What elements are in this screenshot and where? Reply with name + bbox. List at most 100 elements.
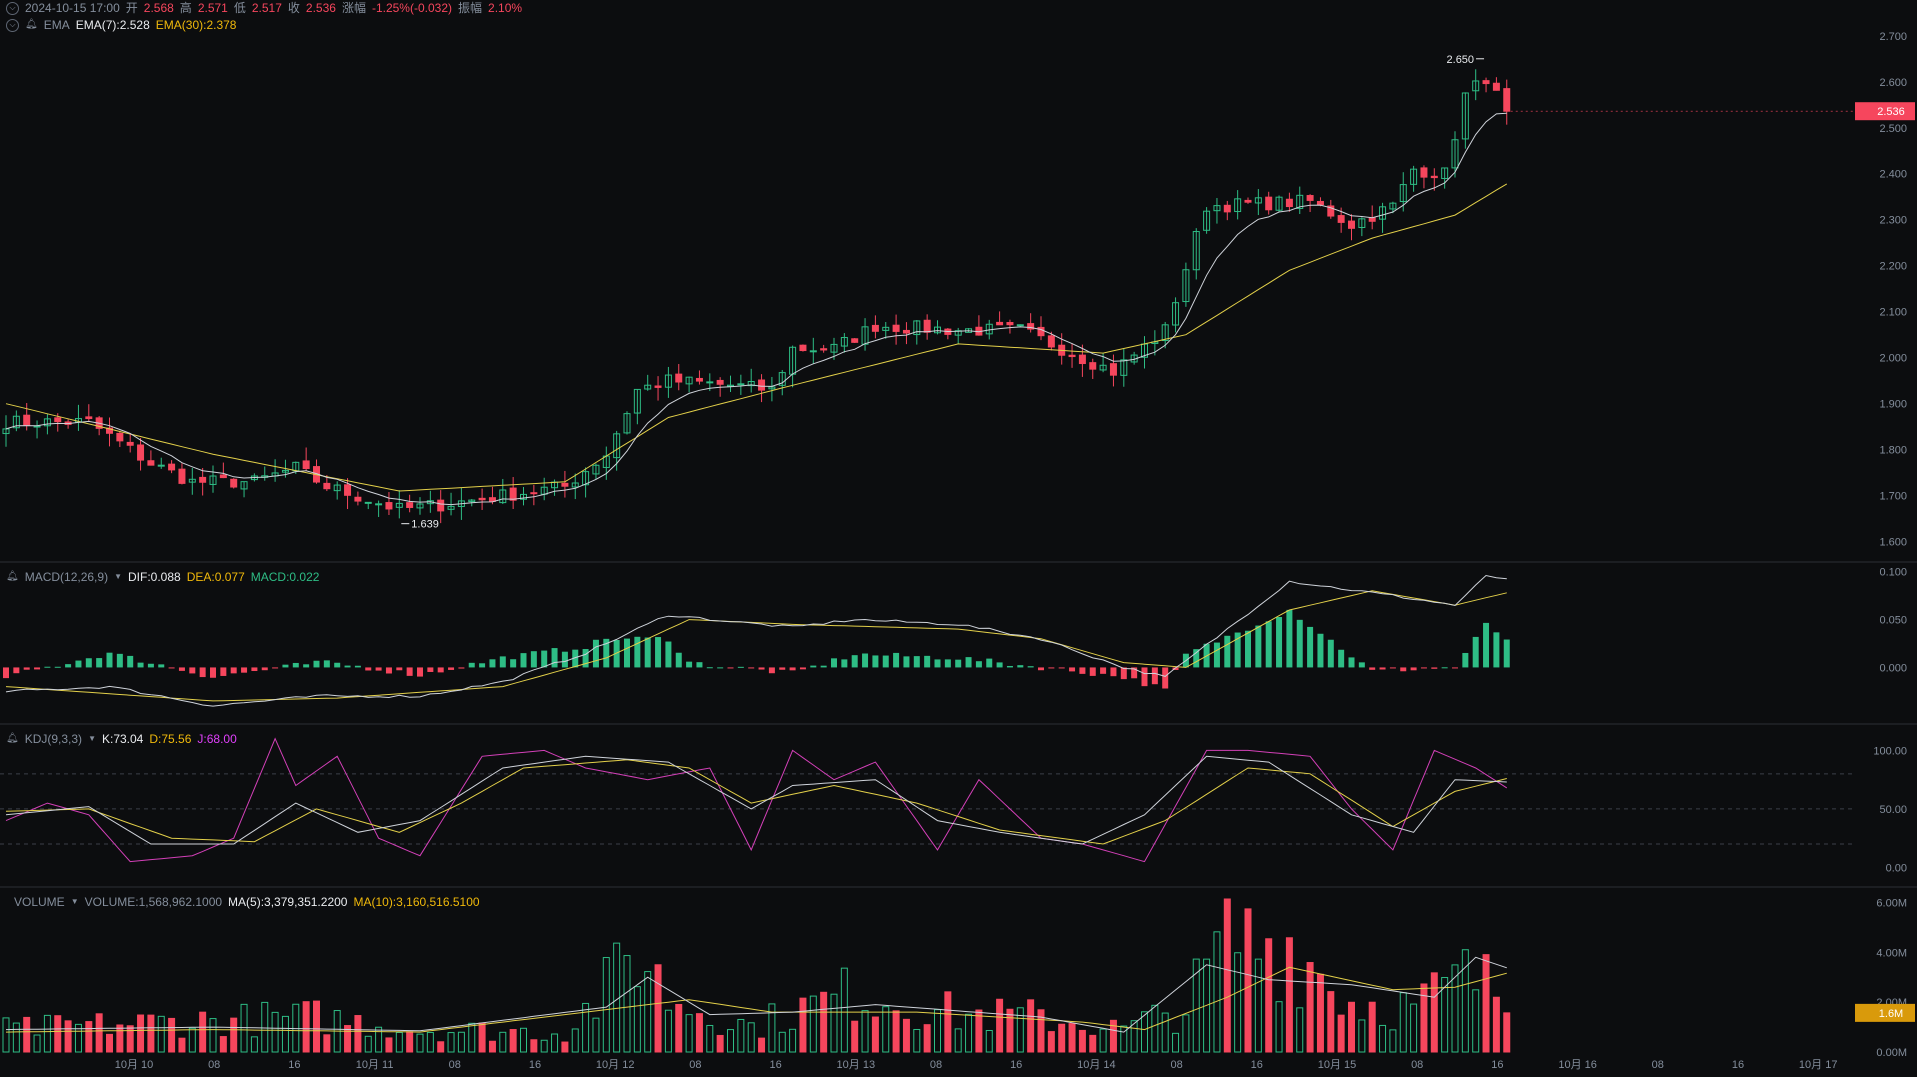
volume-bar [768, 1003, 776, 1053]
kdj-legend: 🔔︎ KDJ(9,3,3) ▼ K:73.04 D:75.56 J:68.00 [6, 732, 237, 746]
macd-hist-bar [655, 637, 662, 668]
candle-body [1492, 82, 1500, 91]
macd-hist-bar [1017, 665, 1024, 668]
macd-hist-bar [65, 664, 72, 668]
macd-hist-bar [417, 667, 423, 677]
volume-bar [209, 1018, 217, 1053]
candle-body [157, 464, 165, 467]
chevron-down-icon[interactable]: ▼ [88, 732, 96, 746]
time-axis-tick: 08 [930, 1059, 942, 1071]
header-datetime: 2024-10-15 17:00 [25, 1, 120, 15]
macd-hist-bar [924, 655, 931, 668]
volume-bar [385, 1037, 393, 1053]
time-axis-tick: 08 [449, 1059, 461, 1071]
macd-hist-bar [665, 641, 672, 668]
volume-name[interactable]: VOLUME [14, 895, 65, 909]
volume-bar [426, 1031, 434, 1053]
macd-hist-bar [1038, 667, 1044, 671]
macd-hist-bar [1141, 667, 1148, 687]
kdj-name[interactable]: KDJ(9,3,3) [25, 732, 82, 746]
volume-bar [1316, 973, 1324, 1053]
candle-body [219, 474, 227, 479]
volume-bar [1027, 999, 1035, 1053]
volume-bar [1172, 1032, 1180, 1053]
time-axis-tick: 16 [288, 1059, 300, 1071]
bell-icon[interactable]: 🔔︎ [6, 732, 19, 746]
candle-body [654, 385, 662, 388]
candle-body [230, 478, 238, 488]
ema7-value: EMA(7):2.528 [75, 18, 150, 32]
macd-hist-bar [986, 658, 993, 668]
macd-hist-bar [1120, 667, 1127, 680]
time-axis-tick: 10月 13 [837, 1059, 876, 1071]
macd-hist-bar [1079, 667, 1086, 674]
candle-body [406, 502, 414, 508]
volume-bar [157, 1015, 165, 1053]
ema7-line [5, 112, 1507, 506]
macd-hist-bar [955, 659, 962, 668]
macd-hist-bar [913, 656, 920, 668]
macd-hist-bar [872, 655, 879, 668]
volume-bar [1430, 972, 1438, 1053]
macd-hist-bar [1493, 632, 1500, 668]
price-axis-tick: 1.600 [1879, 537, 1907, 549]
volume-bar [240, 1003, 248, 1053]
candle-body [758, 379, 766, 391]
time-axis-tick: 10月 10 [115, 1059, 154, 1071]
time-axis-tick: 10月 17 [1799, 1059, 1838, 1071]
candle-body [1285, 198, 1293, 208]
bell-icon[interactable]: 🔔︎ [25, 18, 38, 32]
chevron-down-icon[interactable]: ▼ [114, 570, 122, 584]
volume-bar [437, 1041, 445, 1053]
macd-hist-bar [551, 648, 558, 668]
volume-bar [758, 1037, 766, 1053]
current-price-label: 2.536 [1877, 106, 1905, 118]
candle-body [323, 482, 331, 490]
macd-hist-bar [499, 656, 506, 668]
collapse-icon[interactable]: ⌵ [6, 18, 19, 32]
volume-bar [468, 1022, 476, 1053]
macd-hist-bar [1389, 667, 1396, 669]
price-axis-tick: 2.500 [1879, 123, 1907, 135]
ema-name[interactable]: EMA [44, 18, 70, 32]
volume-bar [261, 1001, 269, 1053]
macd-hist-bar [696, 662, 703, 668]
volume-bar [1482, 954, 1490, 1053]
chart-canvas[interactable]: 1.600 1.700 1.800 1.900 2.000 2.100 2.200 2.300… [0, 0, 1917, 1077]
volume-bar [1348, 1001, 1355, 1053]
kdj-axis-tick: 50.00 [1879, 804, 1907, 816]
macd-hist-bar [479, 663, 486, 668]
macd-hist-bar [748, 667, 755, 669]
bell-icon[interactable]: 🔔︎ [6, 570, 19, 584]
volume-bar [1265, 938, 1273, 1053]
macd-name[interactable]: MACD(12,26,9) [25, 570, 108, 584]
candle-body [147, 460, 155, 466]
volume-bar [1037, 1009, 1045, 1053]
macd-hist-bar [106, 652, 113, 668]
macd-hist-bar [354, 665, 361, 668]
volume-bar [1078, 1029, 1086, 1053]
macd-hist-bar [1472, 636, 1479, 668]
change-value: -1.25%(-0.032) [371, 1, 452, 15]
volume-bar [685, 1014, 693, 1053]
time-axis-tick: 16 [529, 1059, 541, 1071]
macd-hist-bar [1483, 622, 1490, 668]
collapse-icon[interactable]: ⌵ [6, 1, 19, 15]
macd-hist-bar [841, 659, 848, 668]
candle-body [716, 379, 724, 385]
macd-hist-bar [779, 667, 786, 670]
volume-bar [996, 998, 1004, 1053]
macd-hist-bar [292, 662, 299, 668]
volume-bar [33, 1034, 41, 1053]
volume-bar [1058, 1023, 1066, 1053]
candle-body [23, 414, 31, 426]
volume-bar [1182, 1014, 1190, 1053]
macd-hist-bar [862, 653, 869, 668]
volume-bar [2, 1017, 10, 1053]
chevron-down-icon[interactable]: ▼ [71, 895, 79, 909]
volume-bar [840, 967, 848, 1053]
volume-bar [23, 1016, 31, 1053]
price-axis-tick: 2.300 [1879, 215, 1907, 227]
kdj-d-line [5, 759, 1507, 845]
volume-bar [250, 1036, 258, 1053]
